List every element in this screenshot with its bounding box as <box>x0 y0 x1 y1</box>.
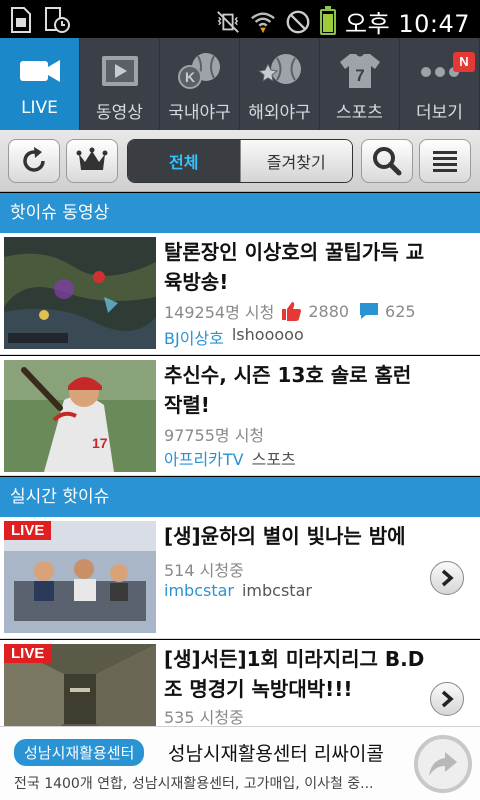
status-time: 오후 10:47 <box>345 10 470 38</box>
channel-name[interactable]: BJ이상호 <box>164 325 224 349</box>
search-button[interactable] <box>361 139 413 183</box>
segment-favorites[interactable]: 즐겨찾기 <box>239 140 352 182</box>
tab-kbo[interactable]: K 국내야구 <box>160 38 240 130</box>
video-stats: 97755명 시청 <box>164 422 264 446</box>
video-thumbnail: LIVE <box>4 521 156 633</box>
view-count: 97755명 시청 <box>164 426 265 445</box>
tab-live[interactable]: LIVE <box>0 38 80 130</box>
status-bar: 오후 10:47 <box>0 0 480 38</box>
video-channel: 아프리카TV 스포츠 <box>164 446 296 470</box>
live-title: [생]윤하의 별이 빛나는 밤에 <box>164 524 406 548</box>
live-badge: LIVE <box>4 644 52 663</box>
video-play-icon <box>101 56 138 86</box>
refresh-button[interactable] <box>8 139 60 183</box>
section-live-hot: 실시간 핫이슈 <box>0 477 480 517</box>
channel-id: imbcstar <box>241 581 312 600</box>
list-item[interactable]: 17 추신수, 시즌 13호 솔로 홈런 작렬! 97755명 시청 아프리카T… <box>0 356 480 476</box>
svg-text:17: 17 <box>92 435 108 451</box>
jersey-7-icon: 7 <box>339 54 380 88</box>
video-channel: BJ이상호 lshooooo <box>164 325 304 349</box>
baseball-star-icon <box>257 54 301 84</box>
tab-mlb[interactable]: 해외야구 <box>240 38 320 130</box>
ad-title: 성남시재활용센터 리싸이콜 <box>168 743 384 765</box>
live-stats: 514 시청중 <box>164 557 244 581</box>
list-menu-icon <box>433 151 457 172</box>
battery-icon <box>320 5 337 35</box>
tab-mlb-label: 해외야구 <box>248 103 311 123</box>
ad-banner[interactable]: 성남시재활용센터 성남시재활용센터 리싸이콜 전국 1400개 연합, 성남시재… <box>0 726 480 800</box>
viewer-count: 514 시청중 <box>164 561 244 580</box>
tab-live-label: LIVE <box>21 98 58 118</box>
sim-card-icon <box>11 7 31 33</box>
list-item[interactable]: LIVE [생]윤하의 별이 빛나는 밤에 514 시청중 imbcstar i… <box>0 517 480 639</box>
live-channel: imbcstar imbcstar <box>164 581 312 600</box>
ad-tag: 성남시재활용센터 <box>14 739 145 766</box>
toolbar: 전체 즐겨찾기 <box>0 130 480 192</box>
video-stats: 149254명 시청 2880 625 <box>164 299 416 323</box>
baseball-player-image: 17 <box>4 360 156 472</box>
baseball-k-icon: K <box>177 53 220 89</box>
video-thumbnail: 17 <box>4 360 156 472</box>
tab-more-label: 더보기 <box>416 103 463 123</box>
like-count: 2880 <box>308 301 350 321</box>
svg-text:7: 7 <box>355 66 364 85</box>
live-badge: LIVE <box>4 521 52 540</box>
tab-videos[interactable]: 동영상 <box>80 38 160 130</box>
channel-id: lshooooo <box>231 325 304 344</box>
search-icon <box>373 147 402 176</box>
svg-text:K: K <box>184 69 194 85</box>
ad-description: 전국 1400개 연합, 성남시재활용센터, 고가매입, 이사철 중... <box>14 776 374 792</box>
game-thumbnail-image <box>4 237 156 349</box>
filter-segment: 전체 즐겨찾기 <box>127 139 353 183</box>
chevron-right-icon <box>441 690 454 708</box>
comment-icon <box>360 303 379 319</box>
crown-icon <box>76 147 108 170</box>
section-hot-videos: 핫이슈 동영상 <box>0 193 480 233</box>
segment-all[interactable]: 전체 <box>128 140 240 182</box>
tab-kbo-label: 국내야구 <box>168 103 231 123</box>
live-stats: 535 시청중 <box>164 704 244 728</box>
tab-sports-label: 스포츠 <box>336 103 383 123</box>
list-item[interactable]: 탈론장인 이상호의 꿀팁가득 교육방송! 149254명 시청 2880 625… <box>0 233 480 355</box>
channel-name[interactable]: imbcstar <box>164 581 234 600</box>
refresh-icon <box>23 147 45 172</box>
share-button[interactable] <box>414 735 472 793</box>
share-arrow-icon <box>429 752 457 776</box>
view-count: 149254명 시청 <box>164 303 275 322</box>
vibrate-muted-icon <box>217 10 239 33</box>
tab-sports[interactable]: 7 스포츠 <box>320 38 400 130</box>
thumbs-up-icon <box>282 302 302 321</box>
chevron-right-icon <box>441 569 454 587</box>
detail-arrow-button[interactable] <box>430 561 464 595</box>
top-nav: LIVE 동영상 K 국내야구 해외야구 7 스포츠 더보기 N <box>0 38 480 130</box>
channel-name[interactable]: 아프리카TV <box>164 446 244 470</box>
video-camera-icon <box>19 60 60 82</box>
tab-more[interactable]: 더보기 N <box>400 38 480 130</box>
video-title: 탈론장인 이상호의 꿀팁가득 교육방송! <box>164 240 425 294</box>
ranking-button[interactable] <box>66 139 118 183</box>
channel-id: 스포츠 <box>251 450 296 469</box>
comment-count: 625 <box>385 301 416 321</box>
detail-arrow-button[interactable] <box>430 682 464 716</box>
video-thumbnail <box>4 237 156 349</box>
menu-button[interactable] <box>419 139 471 183</box>
video-title: 추신수, 시즌 13호 솔로 홈런 작렬! <box>164 363 412 417</box>
tab-videos-label: 동영상 <box>96 103 143 123</box>
wifi-icon <box>251 11 275 33</box>
live-title: [생]서든]1회 미라지리그 B.D조 명경기 녹방대박!!! <box>164 647 425 701</box>
viewer-count: 535 시청중 <box>164 708 244 727</box>
screenshot-clock-icon <box>45 7 70 33</box>
no-signal-icon <box>286 10 310 33</box>
new-badge: N <box>453 52 475 72</box>
